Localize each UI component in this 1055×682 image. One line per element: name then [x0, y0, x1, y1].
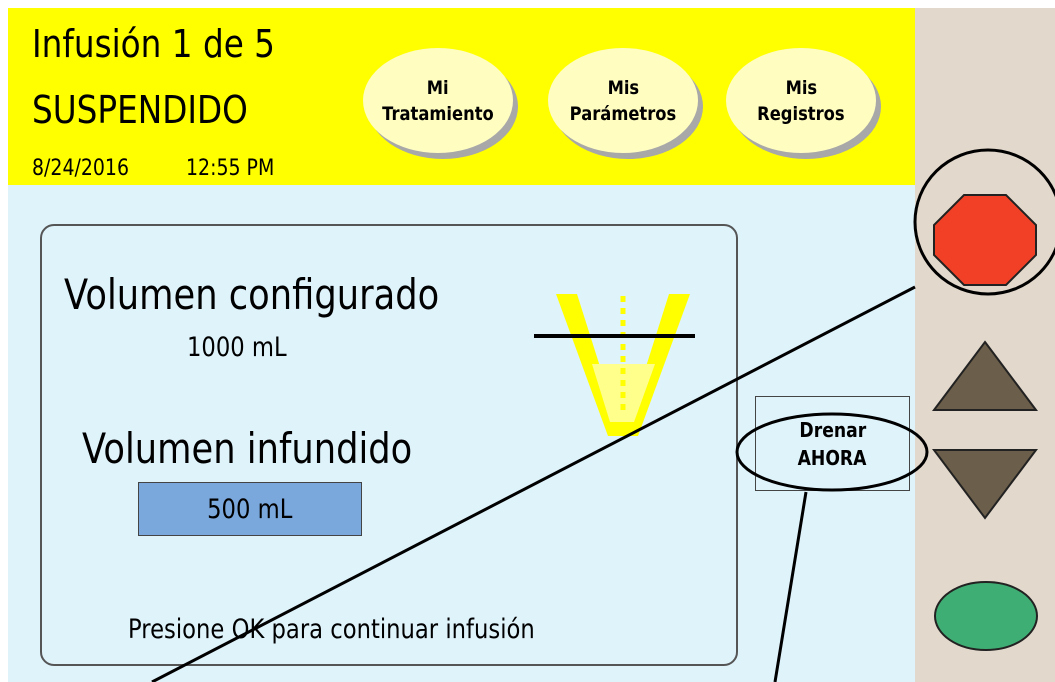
my-parameters-line2: Parámetros [569, 102, 677, 125]
container-bottom [610, 422, 638, 436]
stop-icon[interactable] [930, 190, 1040, 290]
infused-volume-value: 500 mL [207, 493, 293, 525]
configured-volume-label: Volumen configurado [64, 270, 440, 319]
drain-now-line2: AHORA [798, 445, 867, 470]
my-treatment-button[interactable]: Mi Tratamiento [363, 48, 513, 153]
ok-icon[interactable] [932, 578, 1040, 654]
drain-now-button[interactable]: Drenar AHORA [755, 396, 910, 491]
my-treatment-line2: Tratamiento [382, 102, 494, 125]
infusion-status: SUSPENDIDO [32, 88, 248, 132]
time-label: 12:55 PM [186, 156, 275, 181]
continue-hint: Presione OK para continuar infusión [128, 614, 535, 645]
up-arrow-icon[interactable] [932, 340, 1038, 412]
down-arrow-icon[interactable] [932, 448, 1038, 520]
volume-panel: Volumen configurado 1000 mL Volumen infu… [40, 224, 738, 666]
infused-volume-box: 500 mL [138, 482, 362, 536]
my-parameters-button[interactable]: Mis Parámetros [548, 48, 698, 153]
infusion-title: Infusión 1 de 5 [32, 22, 275, 66]
container-level-icon [534, 294, 695, 436]
configured-volume-value: 1000 mL [187, 332, 287, 363]
infused-volume-label: Volumen infundido [82, 424, 413, 473]
my-records-line2: Registros [757, 102, 845, 125]
my-treatment-line1: Mi [427, 76, 449, 99]
my-parameters-line1: Mis [607, 76, 639, 99]
date-label: 8/24/2016 [32, 156, 130, 181]
my-records-button[interactable]: Mis Registros [726, 48, 876, 153]
my-records-line1: Mis [785, 76, 817, 99]
header-bar: Infusión 1 de 5 SUSPENDIDO 8/24/2016 12:… [8, 8, 915, 185]
drain-now-line1: Drenar [799, 417, 866, 442]
